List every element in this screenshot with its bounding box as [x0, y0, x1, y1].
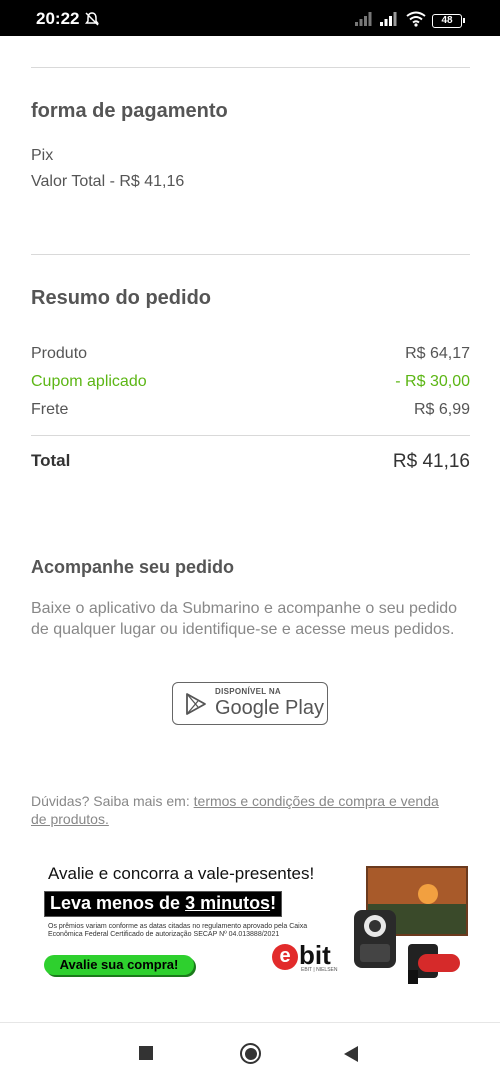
tracking-text: Baixe o aplicativo da Submarino e acompa… [31, 600, 458, 638]
total-label: Total [31, 451, 71, 470]
total-value: R$ 41,16 [392, 451, 470, 472]
status-bar: 20:22 48 [0, 0, 500, 36]
summary-row-shipping: Frete R$ 6,99 [31, 401, 470, 423]
row-value: R$ 64,17 [405, 345, 470, 362]
row-label: Produto [31, 345, 88, 362]
ebit-logo-e: e [272, 944, 298, 970]
payment-total: Valor Total - R$ 41,16 [31, 173, 185, 190]
signal-icon [355, 12, 372, 26]
row-label: Cupom aplicado [31, 373, 147, 390]
summary-title: Resumo do pedido [31, 287, 211, 309]
banner-highlight-prefix: Leva menos de [50, 893, 186, 913]
recent-apps-icon[interactable] [139, 1046, 153, 1060]
help-prefix: Dúvidas? Saiba mais em: [31, 793, 194, 809]
help-text: Dúvidas? Saiba mais em: termos e condiçõ… [31, 792, 451, 828]
rate-purchase-button[interactable]: Avalie sua compra! [44, 955, 194, 975]
back-icon[interactable] [344, 1046, 358, 1062]
mute-icon [85, 12, 99, 26]
banner-highlight-emph: 3 minutos [185, 893, 271, 913]
ebit-banner[interactable]: Avalie e concorra a vale-presentes! Leva… [40, 860, 470, 990]
home-icon[interactable] [240, 1043, 261, 1064]
divider [31, 67, 470, 68]
banner-title: Avalie e concorra a vale-presentes! [48, 864, 315, 883]
row-value: R$ 6,99 [413, 401, 470, 418]
wifi-icon [406, 11, 426, 27]
summary-row-coupon: Cupom aplicado - R$ 30,00 [31, 373, 470, 395]
ebit-logo-sub: EBIT | NIELSEN [301, 967, 338, 973]
signal-icon [380, 12, 397, 26]
ebit-logo: e bit EBIT | NIELSEN [272, 940, 340, 973]
row-label: Frete [31, 401, 69, 418]
store-badge-big: Google Play [215, 697, 324, 719]
play-store-icon [186, 693, 206, 715]
divider [31, 435, 470, 436]
summary-row-product: Produto R$ 64,17 [31, 345, 470, 367]
google-play-button[interactable]: DISPONÍVEL NA Google Play [172, 682, 328, 725]
prizes-image [354, 866, 468, 984]
status-time: 20:22 [36, 9, 80, 28]
payment-title: forma de pagamento [31, 100, 228, 122]
store-badge-small: DISPONÍVEL NA [215, 687, 281, 696]
row-value: - R$ 30,00 [395, 373, 470, 390]
tracking-title: Acompanhe seu pedido [31, 557, 235, 577]
banner-highlight: Leva menos de 3 minutos! [44, 891, 283, 917]
banner-fine-print: Os prêmios variam conforme as datas cita… [48, 923, 308, 938]
payment-method: Pix [31, 147, 54, 164]
divider [31, 254, 470, 255]
navigation-bar [0, 1022, 500, 1083]
battery-level: 48 [441, 15, 453, 26]
banner-highlight-suffix: ! [270, 893, 277, 913]
battery-icon: 48 [432, 14, 465, 28]
